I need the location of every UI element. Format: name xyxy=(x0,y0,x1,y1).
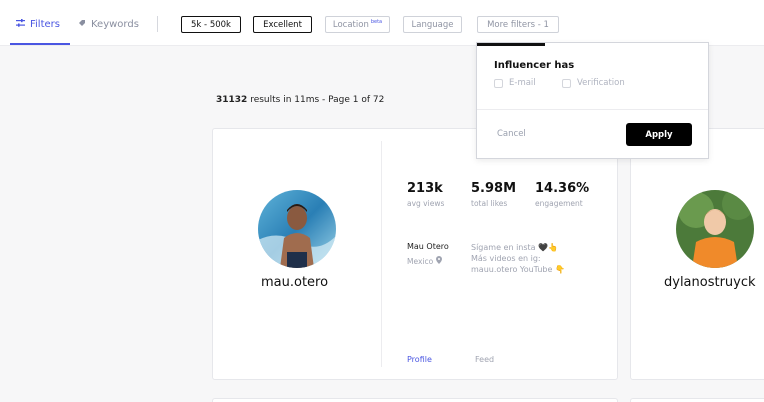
tag-icon xyxy=(78,19,86,30)
influencer-full-name: Mau Otero xyxy=(407,242,449,251)
email-option-label: E-mail xyxy=(509,78,536,88)
active-tab-indicator xyxy=(10,43,70,45)
stat-avg-views-label: avg views xyxy=(407,199,445,208)
profile-link[interactable]: Profile xyxy=(407,355,432,364)
stat-engagement-value: 14.36% xyxy=(535,181,590,196)
influencer-card[interactable] xyxy=(630,398,764,402)
results-text: results in 11ms - Page 1 of 72 xyxy=(250,95,385,105)
language-filter-label: Language xyxy=(411,19,454,30)
dropdown-accent-bar xyxy=(477,43,545,46)
beta-badge: beta xyxy=(370,18,383,25)
followers-filter-chip[interactable]: 5k - 500k xyxy=(181,16,241,33)
verification-option-label: Verification xyxy=(577,78,625,88)
bio-line: Más videos en ig: xyxy=(471,254,541,263)
influencer-card[interactable]: mau.otero 213k avg views 5.98M total lik… xyxy=(212,128,618,380)
tab-filters[interactable]: Filters xyxy=(16,12,60,36)
stat-engagement-label: engagement xyxy=(535,199,583,208)
tab-keywords-label: Keywords xyxy=(91,18,139,30)
quality-filter-label: Excellent xyxy=(263,19,302,30)
language-filter-chip[interactable]: Language xyxy=(403,16,462,33)
results-summary: 31132 results in 11ms - Page 1 of 72 xyxy=(216,95,384,105)
checkbox-box[interactable] xyxy=(494,78,503,88)
apply-button[interactable]: Apply xyxy=(626,123,692,146)
card-divider xyxy=(381,141,382,367)
more-filters-dropdown: Influencer has E-mail Verification Cance… xyxy=(476,42,709,159)
tab-filters-label: Filters xyxy=(30,18,60,30)
filter-toolbar: Filters Keywords 5k - 500k Excellent Loc… xyxy=(0,0,764,46)
tab-keywords[interactable]: Keywords xyxy=(78,12,139,36)
map-pin-icon xyxy=(436,256,443,266)
avatar xyxy=(258,190,336,268)
checkbox-box[interactable] xyxy=(562,78,571,88)
stat-total-likes-label: total likes xyxy=(471,199,508,208)
email-checkbox[interactable]: E-mail xyxy=(494,78,536,88)
followers-filter-label: 5k - 500k xyxy=(191,19,231,30)
bio-line: Sígame en insta 🖤👆 xyxy=(471,243,559,252)
influencer-bio: Sígame en insta 🖤👆 Más videos en ig: mau… xyxy=(471,242,601,275)
avatar xyxy=(676,190,754,268)
more-filters-label: More filters - 1 xyxy=(487,19,549,30)
quality-filter-chip[interactable]: Excellent xyxy=(253,16,312,33)
toolbar-divider xyxy=(157,16,158,32)
bio-line: mauu.otero YouTube 👇 xyxy=(471,265,565,274)
sliders-icon xyxy=(16,18,25,30)
verification-checkbox[interactable]: Verification xyxy=(562,78,625,88)
dropdown-divider xyxy=(477,109,708,110)
stat-avg-views-value: 213k xyxy=(407,181,443,196)
more-filters-chip[interactable]: More filters - 1 xyxy=(477,16,559,33)
influencer-username[interactable]: mau.otero xyxy=(261,275,328,290)
location-filter-chip[interactable]: Location beta xyxy=(325,16,390,33)
influencer-card[interactable] xyxy=(212,398,618,402)
results-count: 31132 xyxy=(216,95,248,105)
feed-link[interactable]: Feed xyxy=(475,355,494,364)
influencer-username[interactable]: dylanostruyck xyxy=(664,275,756,290)
dropdown-title: Influencer has xyxy=(494,60,575,71)
stat-total-likes-value: 5.98M xyxy=(471,181,517,196)
influencer-location: Mexico xyxy=(407,256,443,266)
cancel-button[interactable]: Cancel xyxy=(497,129,526,139)
influencer-card[interactable]: dylanostruyck xyxy=(630,128,764,380)
location-text: Mexico xyxy=(407,256,434,266)
location-filter-label: Location xyxy=(332,19,369,30)
